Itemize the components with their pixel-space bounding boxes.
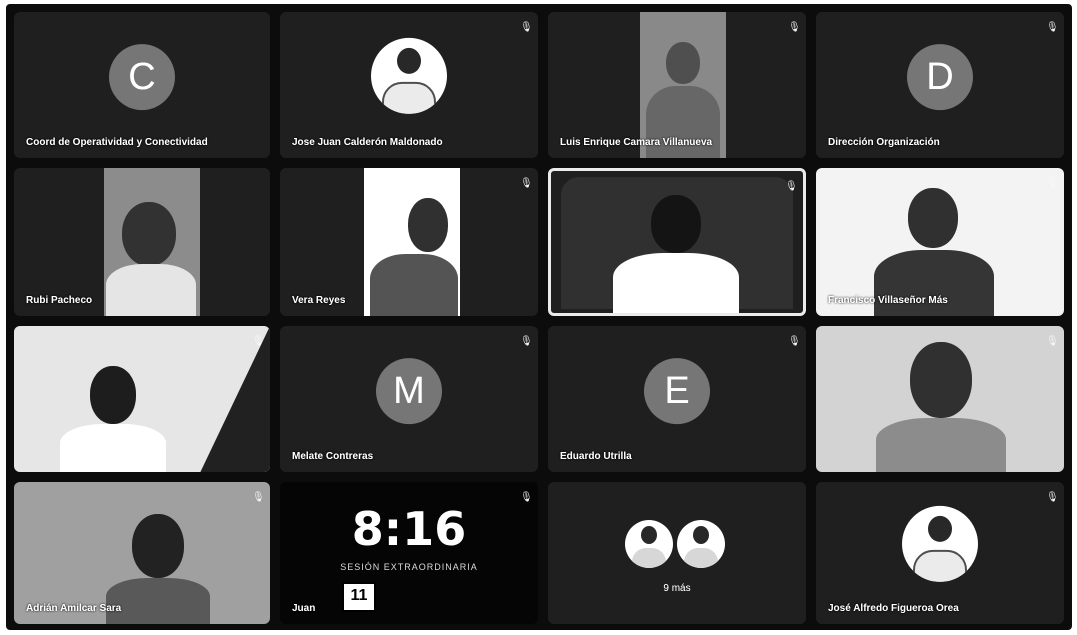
- participant-video: [280, 168, 538, 316]
- avatar: [677, 520, 725, 568]
- participant-name: Adrián Amilcar Sara: [26, 603, 122, 614]
- participant-name: Dirección Organización: [828, 137, 940, 148]
- participant-tile[interactable]: 🎙 Luis Enrique Camara Villanueva: [548, 12, 806, 158]
- participant-name: José Alfredo Figueroa Orea: [828, 603, 959, 614]
- mic-muted-icon: 🎙: [1046, 22, 1059, 33]
- mic-muted-icon: 🎙: [1046, 336, 1059, 347]
- participant-tile[interactable]: 🎙: [548, 168, 806, 316]
- participant-name: Vera Reyes: [292, 295, 346, 306]
- mic-muted-icon: 🎙: [520, 22, 533, 33]
- participant-tile[interactable]: 🎙: [816, 326, 1064, 472]
- participant-tile[interactable]: 🎙 Francisco Villaseñor Más: [816, 168, 1064, 316]
- participant-tile[interactable]: 🎙 Jose Juan Calderón Maldonado: [280, 12, 538, 158]
- participant-name: Juan: [292, 603, 316, 614]
- participant-tile[interactable]: Rubi Pacheco: [14, 168, 270, 316]
- mic-muted-icon: 🎙: [1046, 178, 1059, 189]
- avatar: [902, 505, 978, 582]
- mic-muted-icon: 🎙: [785, 181, 798, 192]
- session-caption: SESIÓN EXTRAORDINARIA: [340, 562, 478, 572]
- avatar: D: [907, 44, 973, 111]
- participant-tile[interactable]: M 🎙 Melate Contreras: [280, 326, 538, 472]
- participant-name: Jose Juan Calderón Maldonado: [292, 137, 443, 148]
- participant-name: Luis Enrique Camara Villanueva: [560, 137, 713, 148]
- mic-muted-icon: 🎙: [788, 22, 801, 33]
- mic-muted-icon: 🎙: [788, 336, 801, 347]
- participant-name: Coord de Operatividad y Conectividad: [26, 137, 208, 148]
- participant-tile[interactable]: 8:16 SESIÓN EXTRAORDINARIA 11 🎙 Juan: [280, 482, 538, 624]
- participant-name: Eduardo Utrilla: [560, 451, 632, 462]
- participant-tile[interactable]: 🎙 Adrián Amilcar Sara: [14, 482, 270, 624]
- participant-name: Melate Contreras: [292, 451, 374, 462]
- participant-tile[interactable]: D 🎙 Dirección Organización: [816, 12, 1064, 158]
- video-grid: C Coord de Operatividad y Conectividad 🎙…: [6, 4, 1072, 630]
- participant-name: Francisco Villaseñor Más: [828, 295, 948, 306]
- participant-tile[interactable]: 🎙 José Alfredo Figueroa Orea: [816, 482, 1064, 624]
- more-participants-label: 9 más: [663, 583, 691, 594]
- participant-video: [14, 326, 270, 472]
- mic-muted-icon: 🎙: [252, 336, 265, 347]
- participant-tile[interactable]: 🎙 Vera Reyes: [280, 168, 538, 316]
- mic-muted-icon: 🎙: [520, 336, 533, 347]
- participant-video: [551, 171, 803, 313]
- mic-muted-icon: 🎙: [1046, 492, 1059, 503]
- mic-muted-icon: 🎙: [520, 492, 533, 503]
- participant-tile[interactable]: 🎙: [14, 326, 270, 472]
- participant-video: [816, 168, 1064, 316]
- avatar: E: [644, 358, 710, 425]
- calendar-icon: 11: [342, 582, 376, 612]
- avatar: C: [109, 44, 175, 111]
- avatar: [625, 520, 673, 568]
- avatar: M: [376, 358, 442, 425]
- participant-name: Rubi Pacheco: [26, 295, 93, 306]
- clock-display: 8:16: [351, 502, 467, 556]
- participant-video: [816, 326, 1064, 472]
- avatar: [371, 37, 447, 114]
- participant-video: [14, 168, 270, 316]
- mic-muted-icon: 🎙: [252, 492, 265, 503]
- mic-muted-icon: 🎙: [520, 178, 533, 189]
- more-participants-tile[interactable]: 9 más: [548, 482, 806, 624]
- participant-tile[interactable]: C Coord de Operatividad y Conectividad: [14, 12, 270, 158]
- more-avatars: [625, 520, 729, 570]
- participant-tile[interactable]: E 🎙 Eduardo Utrilla: [548, 326, 806, 472]
